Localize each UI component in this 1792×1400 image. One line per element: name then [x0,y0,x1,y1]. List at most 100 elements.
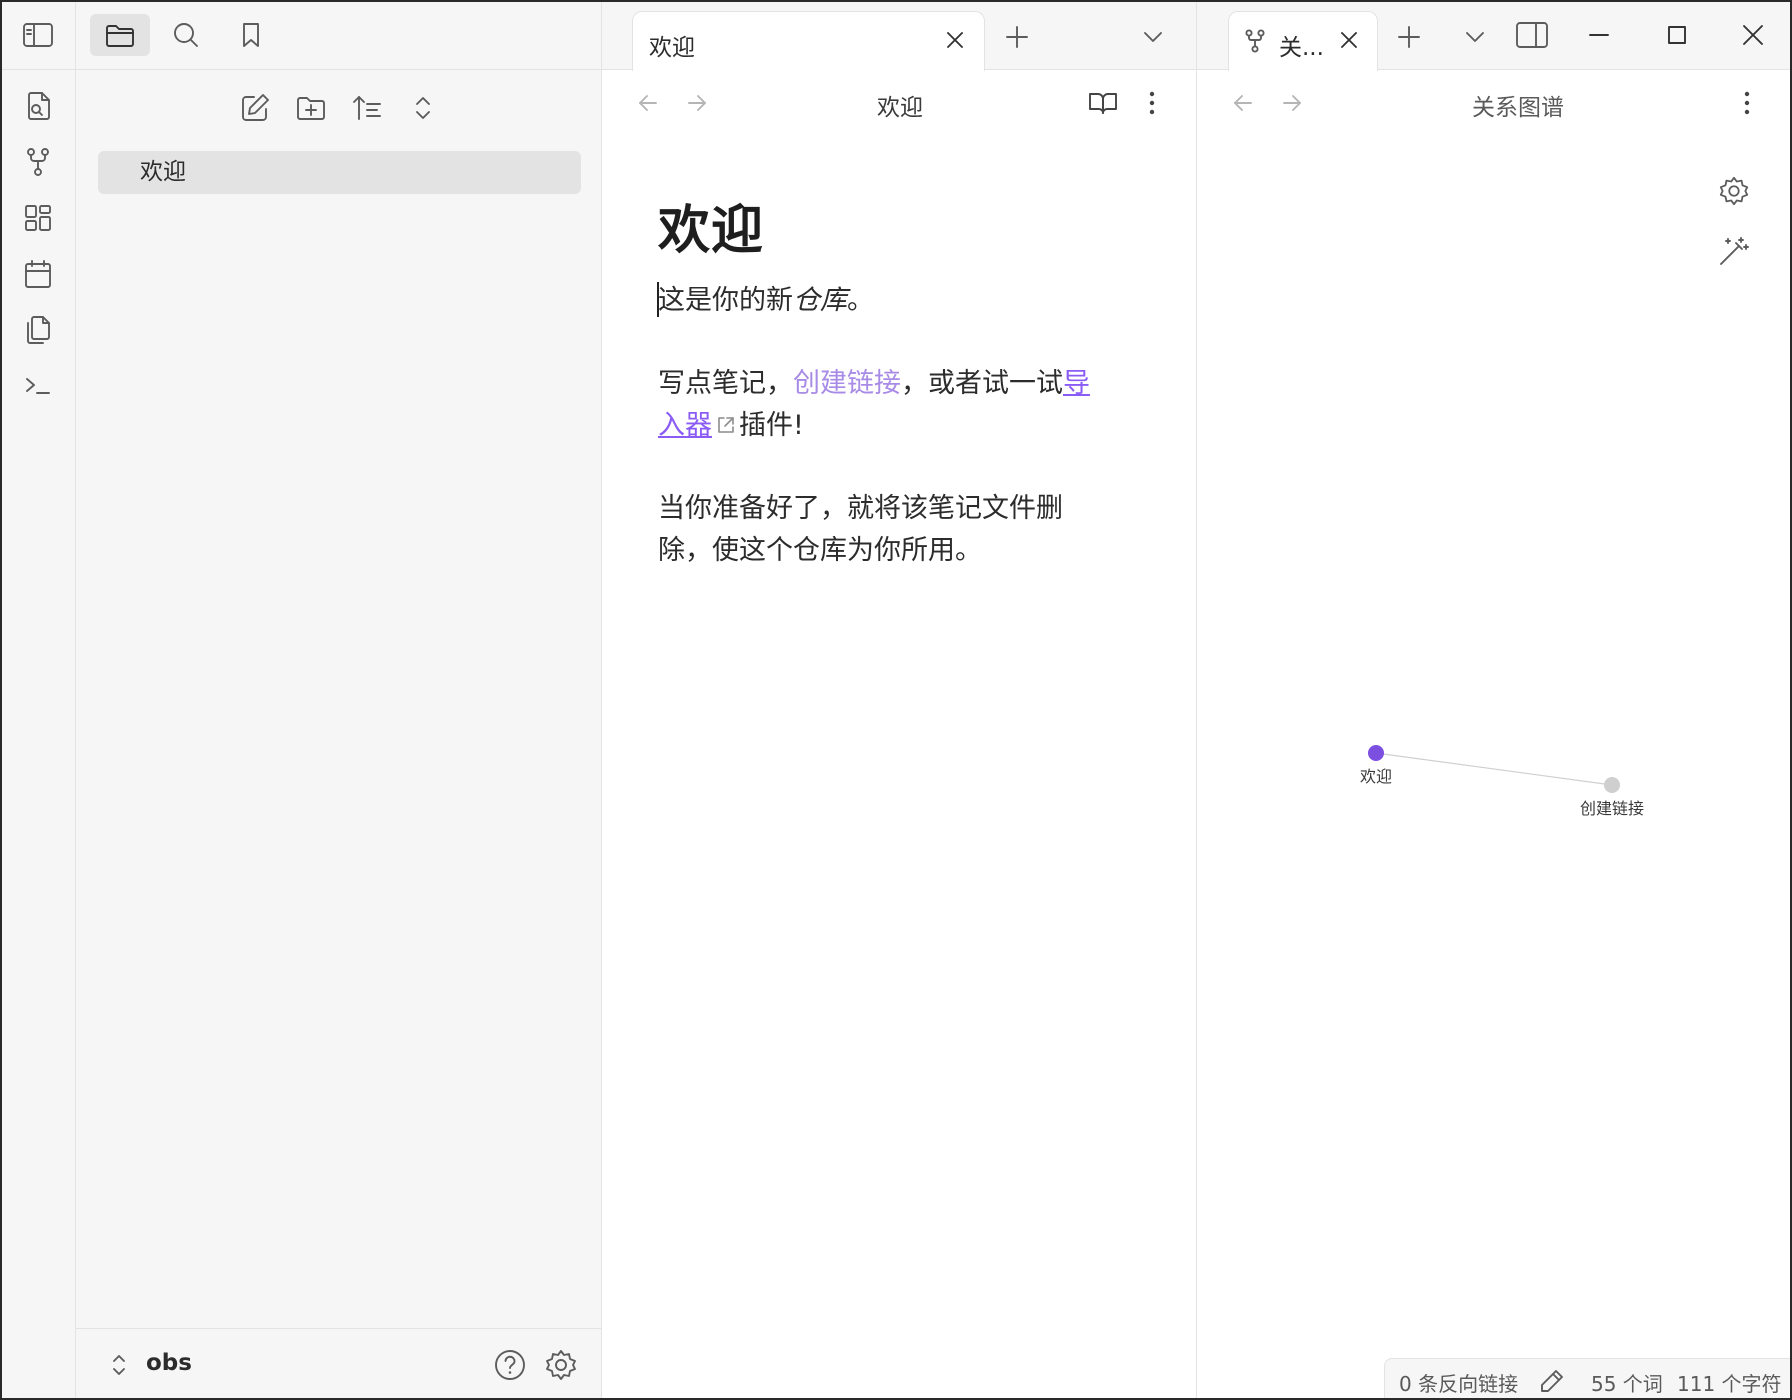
file-tree-item[interactable]: 欢迎 [98,151,581,194]
graph-canvas[interactable]: 欢迎 创建链接 [1198,70,1792,1370]
status-bar: 0 条反向链接 55 个词 111 个字符 [1384,1358,1792,1400]
tab-list-dropdown[interactable] [1133,17,1173,57]
minimize-icon [1589,34,1609,36]
tab-welcome-label: 欢迎 [649,35,695,61]
pencil-icon[interactable] [1539,1368,1565,1394]
document-heading[interactable]: 欢迎 [658,188,764,263]
navigate-back-button[interactable] [628,83,668,123]
maximize-button[interactable] [1657,15,1697,55]
open-daily-note-button[interactable] [18,254,58,294]
arrow-left-icon [639,95,657,111]
pane-divider[interactable] [1196,70,1197,1400]
tab-list-dropdown[interactable] [1455,17,1495,57]
external-link[interactable]: 入器 [658,410,712,441]
chevrons-up-down-icon [416,97,430,119]
pane-divider[interactable] [1196,0,1197,70]
insert-template-button[interactable] [18,310,58,350]
graph-edge [1375,752,1613,786]
layout-dashboard-icon [25,205,51,231]
new-tab-button[interactable] [1389,17,1429,57]
tab-file-explorer[interactable] [90,14,150,56]
change-sort-order-button[interactable] [345,86,389,130]
files-icon [27,316,50,344]
italic-text: 仓库 [793,285,847,316]
close-window-button[interactable] [1733,15,1773,55]
paragraph-2[interactable]: 写点笔记，创建链接，或者试一试导入器 插件! [658,363,1118,447]
close-icon [947,32,963,48]
open-graph-view-button[interactable] [18,142,58,182]
graph-node[interactable] [1368,745,1384,761]
help-button[interactable] [492,1347,528,1383]
open-canvas-button[interactable] [18,198,58,238]
maximize-icon [1668,26,1686,44]
calendar-icon [25,260,51,288]
plus-icon [1398,26,1420,48]
arrow-right-icon [688,95,706,111]
sidebar-right-icon [1516,22,1548,48]
file-search-icon [28,92,50,120]
tab-graph[interactable]: 关... [1228,11,1378,71]
paragraph-text: 。 [847,285,874,316]
chevrons-up-down-icon [113,1355,125,1375]
graph-node-label: 欢迎 [1360,767,1392,786]
folder-icon [106,25,134,47]
tab-welcome[interactable]: 欢迎 [632,11,985,71]
close-tab-button[interactable] [935,20,975,60]
internal-link[interactable]: 创建链接 [793,368,901,399]
close-icon [1743,25,1763,45]
graph-node-label: 创建链接 [1580,799,1644,818]
book-open-icon [1089,93,1117,114]
paragraph-text: 这是你的新 [658,285,793,316]
paragraph-text: ，或者试一试 [901,368,1063,399]
tab-search[interactable] [156,14,216,56]
left-sidebar [76,0,602,1400]
ribbon-header [0,0,76,70]
chevron-down-icon [1144,32,1162,42]
paragraph-text: 插件! [739,410,804,441]
sidebar-tab-header [76,0,602,70]
vault-switcher-button[interactable] [104,1350,134,1380]
paragraph-3[interactable]: 当你准备好了，就将该笔记文件删 除，使这个仓库为你所用。 [658,488,1118,572]
new-note-button[interactable] [233,86,277,130]
toggle-sidebar-button[interactable] [18,15,58,55]
edit-icon [242,94,269,121]
new-tab-button[interactable] [997,17,1037,57]
folder-plus-icon [297,97,325,120]
sort-ascending-icon [353,96,381,120]
external-link-icon [718,417,734,433]
reading-view-button[interactable] [1083,83,1123,123]
tab-bookmarks[interactable] [221,14,281,56]
more-vertical-icon [1149,91,1155,115]
backlinks-count[interactable]: 0 条反向链接 [1399,1368,1518,1397]
gear-icon [546,1350,576,1380]
open-quick-switcher-button[interactable] [18,86,58,126]
graph-node[interactable] [1604,777,1620,793]
paragraph-1[interactable]: 这是你的新仓库。 [658,280,1118,322]
minimize-button[interactable] [1579,15,1619,55]
external-link[interactable]: 导 [1063,368,1090,399]
paragraph-text: 写点笔记， [658,368,793,399]
word-count: 55 个词 [1591,1372,1663,1396]
search-icon [174,23,198,47]
open-command-palette-button[interactable] [18,366,58,406]
sidebar-toggle-icon [23,23,53,47]
vault-name[interactable]: obs [146,1350,192,1376]
settings-button[interactable] [543,1347,579,1383]
git-fork-icon [1245,29,1265,53]
close-tab-button[interactable] [1329,20,1369,60]
git-fork-icon [27,148,49,176]
tab-graph-label: 关... [1279,35,1324,61]
character-count: 111 个字符 [1677,1372,1782,1396]
toggle-right-sidebar-button[interactable] [1512,15,1552,55]
bookmark-icon [243,23,259,47]
more-options-button[interactable] [1132,83,1172,123]
terminal-icon [26,378,50,394]
editor-view-title[interactable]: 欢迎 [800,88,1000,122]
paragraph-text: 除，使这个仓库为你所用。 [658,535,982,566]
navigate-forward-button[interactable] [677,83,717,123]
chevron-down-icon [1466,32,1484,42]
expand-collapse-all-button[interactable] [401,86,445,130]
paragraph-text: 当你准备好了，就将该笔记文件删 [658,493,1063,524]
close-icon [1341,32,1357,48]
new-folder-button[interactable] [289,86,333,130]
